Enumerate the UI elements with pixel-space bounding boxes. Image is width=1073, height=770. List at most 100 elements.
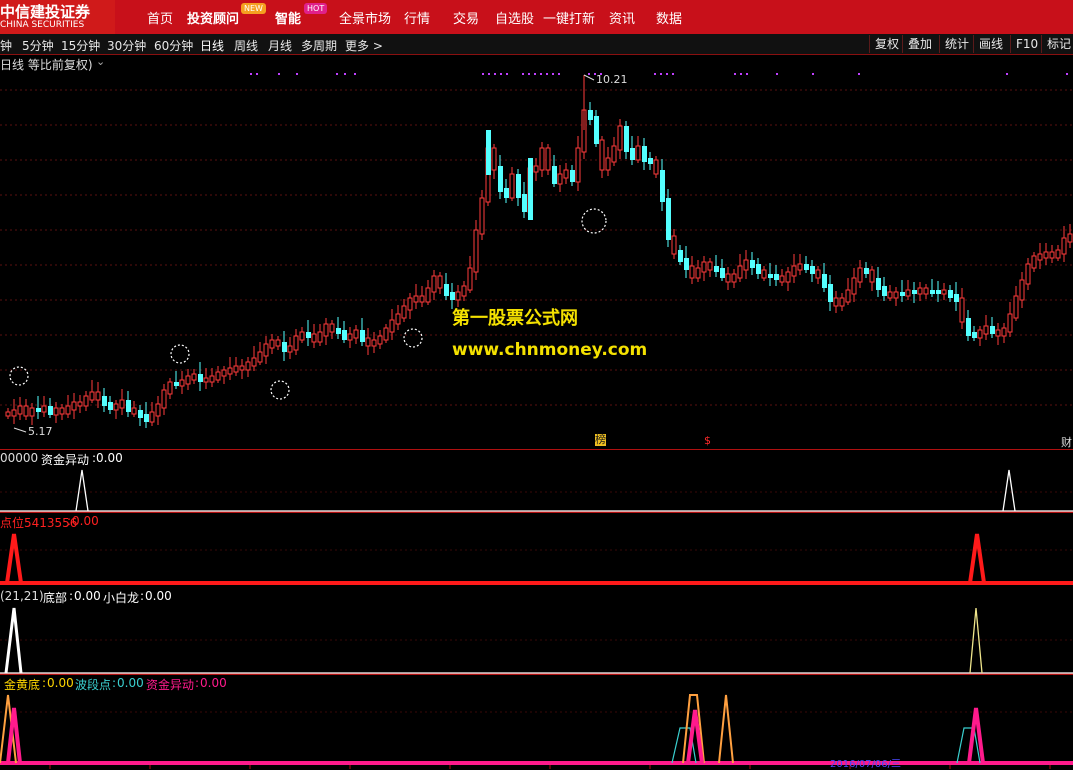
ind1-spike (75, 469, 89, 512)
candle-body (768, 274, 773, 278)
candle-body (263, 343, 269, 357)
candle-body (108, 402, 113, 410)
signal-dot (546, 73, 548, 75)
candle-body (360, 330, 365, 342)
candle-body (828, 284, 833, 302)
candle-body (1049, 251, 1055, 259)
main-panel-title: 日线 等比前复权) (0, 58, 93, 72)
candle-body (804, 264, 809, 270)
candle-body (845, 289, 851, 303)
ind4-gold-name: 金黄底 (4, 678, 41, 692)
candle-body (737, 265, 743, 279)
signal-circle (270, 380, 290, 400)
candle-body (383, 327, 389, 341)
candle-body (1037, 253, 1043, 261)
candle-body (371, 339, 377, 347)
candle-body (864, 268, 869, 274)
candle-body (498, 166, 503, 192)
candle-body (479, 197, 485, 235)
candle-body (983, 325, 989, 335)
candle-body (491, 147, 497, 171)
rank-marker[interactable]: 榜 (595, 434, 606, 446)
signal-dot (500, 73, 502, 75)
candle-body (455, 291, 461, 301)
candle-body (756, 264, 761, 274)
candle-body (1043, 251, 1049, 259)
signal-dot (488, 73, 490, 75)
candle-body (191, 373, 197, 381)
kline-chart[interactable] (0, 0, 1073, 769)
candle-body (41, 405, 47, 413)
candle-body (528, 158, 533, 220)
ind4-wave-value: 0.00 (117, 676, 144, 690)
candle-body (995, 329, 1001, 337)
signal-dot (534, 73, 536, 75)
signal-dot (1006, 73, 1008, 75)
signal-dot (482, 73, 484, 75)
ind3-prefix: (21,21) (0, 589, 44, 603)
candle-body (635, 145, 641, 161)
candle-body (329, 323, 335, 333)
candle-body (642, 146, 647, 162)
signal-dot (344, 73, 346, 75)
candle-body (948, 290, 953, 298)
candle-body (95, 391, 101, 401)
ind4-gold-value: 0.00 (47, 676, 74, 690)
candle-body (251, 357, 257, 367)
chevron-down-icon[interactable]: ⌄ (96, 55, 105, 68)
candle-body (407, 297, 413, 311)
candle-body (377, 335, 383, 345)
candle-body (71, 401, 77, 411)
candle-body (1013, 295, 1019, 319)
candle-body (1019, 279, 1025, 301)
signal-dot (660, 73, 662, 75)
candle-body (48, 406, 53, 415)
candle-body (431, 275, 437, 293)
candle-body (533, 165, 539, 173)
candle-body (1001, 327, 1007, 337)
ind4-colon-3: : (195, 676, 200, 690)
candle-body (227, 367, 233, 375)
dollar-marker[interactable]: $ (704, 434, 711, 447)
candle-body (605, 157, 611, 171)
candle-body (401, 305, 407, 319)
candle-body (912, 290, 917, 294)
candle-body (179, 379, 185, 387)
candle-body (972, 332, 977, 338)
candle-body (174, 382, 179, 386)
candle-body (1031, 255, 1037, 269)
candle-body (131, 407, 137, 415)
candle-body (936, 290, 941, 294)
ind2-name: 点位5413556 (0, 516, 78, 530)
candle-body (714, 266, 719, 272)
watermark-title: 第一股票公式网 (452, 308, 578, 329)
candle-body (876, 278, 881, 290)
candle-body (233, 365, 239, 373)
candle-body (5, 411, 11, 417)
signal-dot (296, 73, 298, 75)
candle-body (570, 170, 575, 182)
candle-body (467, 267, 473, 291)
candle-body (905, 289, 911, 297)
candle-body (791, 265, 797, 277)
ind1-value: 0.00 (96, 451, 123, 465)
candle-body (317, 331, 323, 343)
ind3-dragon-name: 小白龙 (103, 591, 140, 605)
candle-body (347, 333, 353, 341)
signal-dot (776, 73, 778, 75)
candle-body (893, 291, 899, 299)
candle-body (65, 405, 71, 415)
candle-body (900, 292, 905, 296)
ind3-bottom-value: 0.00 (74, 589, 101, 603)
signal-dot (666, 73, 668, 75)
candle-body (660, 170, 665, 202)
candle-body (353, 329, 359, 339)
candle-body (461, 285, 467, 297)
candle-body (119, 399, 125, 409)
signal-dot (734, 73, 736, 75)
candle-body (365, 337, 371, 347)
ind3-spike-bottom (4, 607, 23, 674)
finance-marker[interactable]: 财 (1061, 434, 1072, 450)
ind4-colon-2: : (112, 676, 117, 690)
signal-dot (672, 73, 674, 75)
